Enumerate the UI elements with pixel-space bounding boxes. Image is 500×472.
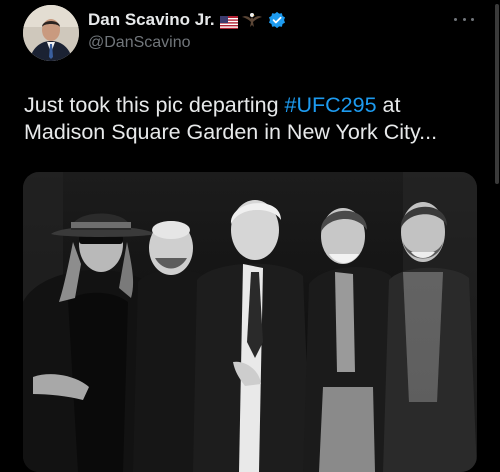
more-options-icon[interactable] bbox=[454, 14, 474, 24]
group-photo bbox=[23, 172, 477, 472]
verified-badge-icon bbox=[268, 11, 286, 29]
author-display-name[interactable]: Dan Scavino Jr. bbox=[88, 10, 215, 30]
us-flag-icon bbox=[220, 14, 238, 27]
avatar[interactable] bbox=[23, 5, 79, 61]
more-dot bbox=[463, 18, 466, 21]
tweet-text: Just took this pic departing #UFC295 at … bbox=[24, 92, 464, 146]
eagle-icon bbox=[241, 11, 263, 29]
author-name-row[interactable]: Dan Scavino Jr. bbox=[88, 9, 286, 31]
scrollbar[interactable] bbox=[494, 0, 500, 454]
author-handle[interactable]: @DanScavino bbox=[88, 34, 191, 52]
tweet-photo[interactable] bbox=[23, 172, 477, 472]
more-dot bbox=[454, 18, 457, 21]
avatar-photo bbox=[23, 5, 79, 61]
hashtag-link[interactable]: #UFC295 bbox=[285, 93, 377, 117]
tweet-text-before: Just took this pic departing bbox=[24, 93, 285, 117]
scrollbar-thumb[interactable] bbox=[495, 4, 499, 184]
more-dot bbox=[471, 18, 474, 21]
